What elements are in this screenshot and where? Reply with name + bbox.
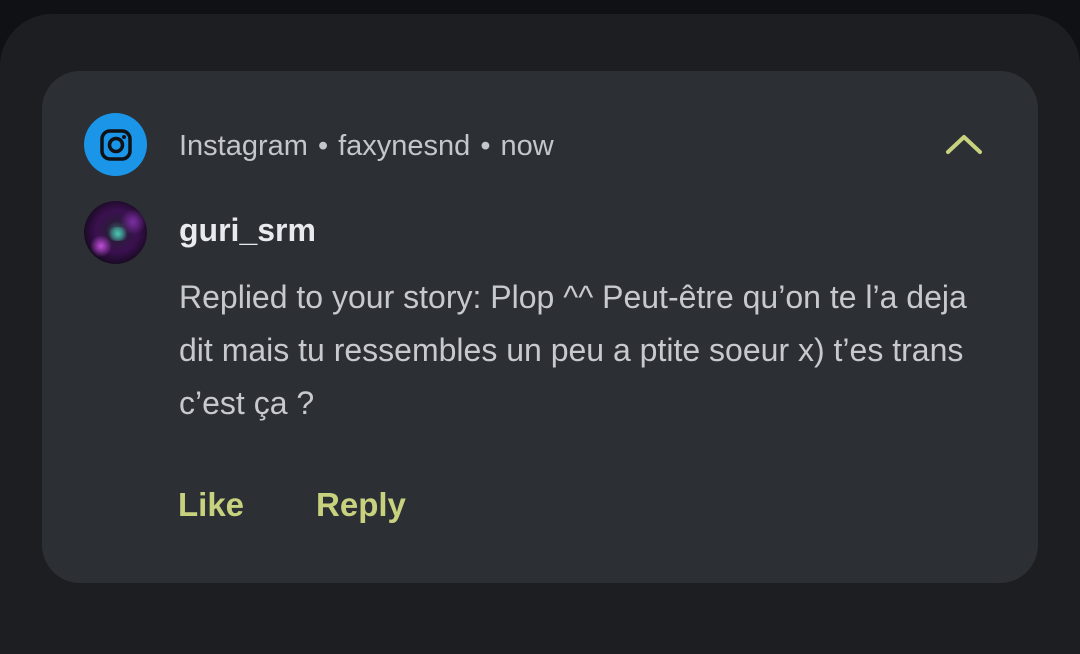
instagram-icon	[84, 113, 147, 176]
sender-name: guri_srm	[179, 212, 316, 248]
separator-dot: •	[317, 130, 329, 162]
app-name: Instagram	[179, 130, 308, 162]
avatar	[84, 201, 147, 264]
reply-button[interactable]: Reply	[316, 483, 406, 527]
like-button[interactable]: Like	[178, 483, 244, 527]
separator-dot: •	[480, 130, 491, 162]
message-text: Replied to your story: Plop ^^ Peut-être…	[179, 279, 967, 421]
collapse-button[interactable]	[940, 123, 988, 165]
notification-shade: Instagram • faxynesnd • now guri_srm Replied…	[0, 14, 1080, 654]
notification-time: now	[500, 130, 554, 162]
notification-actions: Like Reply	[178, 483, 478, 527]
chevron-up-icon	[946, 135, 982, 154]
notification-card[interactable]: Instagram • faxynesnd • now guri_srm Replied…	[42, 71, 1038, 583]
notification-header: Instagram • faxynesnd • now	[179, 129, 554, 163]
account-name: faxynesnd	[338, 130, 471, 162]
